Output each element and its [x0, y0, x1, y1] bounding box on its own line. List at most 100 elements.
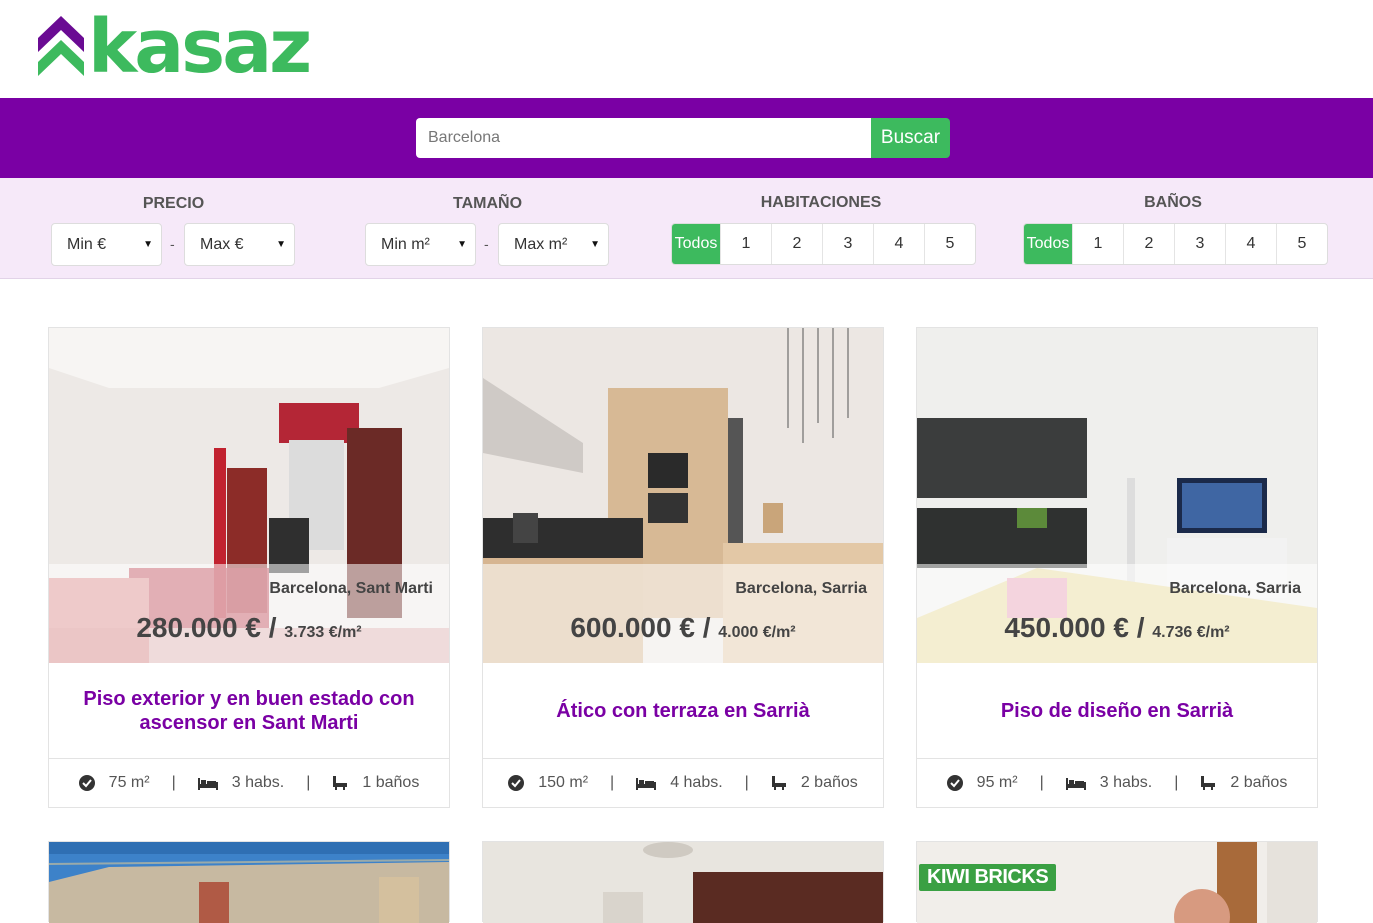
listing-size: 75 m² — [108, 774, 150, 791]
listing-card[interactable]: Barcelona, Sarria 450.000 € / 4.736 €/m²… — [916, 327, 1318, 808]
listing-photo[interactable]: Barcelona, Sant Marti 280.000 € / 3.733 … — [49, 328, 449, 663]
search-input[interactable] — [416, 118, 871, 158]
rooms-option-4[interactable]: 4 — [873, 224, 924, 264]
listing-price: 280.000 € / 3.733 €/m² — [49, 612, 449, 644]
house-arrow-icon — [38, 16, 84, 76]
caret-down-icon: ▼ — [143, 239, 153, 250]
listing-stats: 150 m² | 4 habs. | 2 baños — [483, 759, 883, 807]
listing-baths: 2 baños — [800, 774, 858, 791]
bed-icon — [636, 776, 657, 790]
listing-title[interactable]: Piso exterior y en buen estado con ascen… — [49, 663, 449, 759]
stat-separator: | — [1174, 774, 1179, 791]
listing-price: 600.000 € / 4.000 €/m² — [483, 612, 883, 644]
price-per-sqm: 4.000 €/m² — [718, 624, 796, 641]
check-circle-icon — [508, 775, 525, 791]
rooms-filter: HABITACIONES Todos 1 2 3 4 5 — [671, 178, 976, 278]
price-value: 600.000 € / — [570, 612, 711, 643]
kasaz-logo[interactable]: kasaz — [38, 4, 312, 90]
price-overlay: Barcelona, Sarria 600.000 € / 4.000 €/m² — [483, 564, 883, 663]
kiwi-bricks-badge: KIWI BRICKS — [919, 864, 1057, 891]
listing-rooms: 3 habs. — [231, 774, 285, 791]
size-max-select[interactable]: Max m² ▼ — [498, 223, 609, 266]
check-circle-icon — [946, 775, 963, 791]
filters-bar: PRECIO Min € ▼ - Max € ▼ TAMAÑO Min m² ▼… — [0, 178, 1373, 279]
baths-option-4[interactable]: 4 — [1225, 224, 1276, 264]
price-per-sqm: 3.733 €/m² — [284, 624, 362, 641]
listing-photo[interactable]: Barcelona, Sarria 450.000 € / 4.736 €/m² — [917, 328, 1317, 663]
listing-card[interactable]: Barcelona, Sant Marti 280.000 € / 3.733 … — [48, 327, 450, 808]
listing-title[interactable]: Ático con terraza en Sarrià — [483, 663, 883, 759]
size-min-select[interactable]: Min m² ▼ — [365, 223, 476, 266]
size-label: TAMAÑO — [452, 195, 523, 212]
listing-photo[interactable]: Barcelona, Sarria 600.000 € / 4.000 €/m² — [483, 328, 883, 663]
stat-separator: | — [171, 774, 176, 791]
listing-stats: 95 m² | 3 habs. | 2 baños — [917, 759, 1317, 807]
listing-rooms: 3 habs. — [1099, 774, 1153, 791]
size-max-value: Max m² — [514, 236, 568, 253]
listing-baths: 2 baños — [1230, 774, 1288, 791]
listing-price: 450.000 € / 4.736 €/m² — [917, 612, 1317, 644]
price-filter: PRECIO Min € ▼ - Max € ▼ — [51, 178, 296, 278]
listing-location: Barcelona, Sarria — [1169, 580, 1301, 597]
rooms-option-2[interactable]: 2 — [771, 224, 822, 264]
listing-location: Barcelona, Sarria — [735, 580, 867, 597]
price-min-select[interactable]: Min € ▼ — [51, 223, 162, 266]
baths-filter: BAÑOS Todos 1 2 3 4 5 — [1023, 178, 1328, 278]
bed-icon — [197, 776, 218, 790]
price-overlay: Barcelona, Sant Marti 280.000 € / 3.733 … — [49, 564, 449, 663]
price-value: 280.000 € / — [136, 612, 277, 643]
rooms-options: Todos 1 2 3 4 5 — [671, 223, 976, 265]
baths-option-2[interactable]: 2 — [1123, 224, 1174, 264]
range-dash: - — [170, 236, 175, 252]
baths-option-3[interactable]: 3 — [1174, 224, 1225, 264]
size-filter: TAMAÑO Min m² ▼ - Max m² ▼ — [365, 178, 610, 278]
stat-separator: | — [1039, 774, 1044, 791]
baths-option-5[interactable]: 5 — [1276, 224, 1327, 264]
baths-label: BAÑOS — [1144, 194, 1202, 211]
size-min-value: Min m² — [381, 236, 430, 253]
price-value: 450.000 € / — [1004, 612, 1145, 643]
bed-icon — [1065, 776, 1086, 790]
listing-size: 150 m² — [538, 774, 589, 791]
stat-separator: | — [744, 774, 749, 791]
price-label: PRECIO — [142, 195, 205, 212]
listing-rooms: 4 habs. — [670, 774, 723, 791]
range-dash: - — [484, 236, 489, 252]
listing-card[interactable] — [482, 841, 884, 923]
bath-icon — [771, 775, 787, 791]
baths-option-1[interactable]: 1 — [1072, 224, 1123, 264]
check-circle-icon — [78, 775, 95, 791]
baths-option-all[interactable]: Todos — [1024, 224, 1072, 264]
listing-location: Barcelona, Sant Marti — [269, 580, 433, 597]
street-view-photo — [49, 842, 449, 923]
rooms-option-5[interactable]: 5 — [924, 224, 975, 264]
stat-separator: | — [610, 774, 615, 791]
price-max-value: Max € — [200, 236, 244, 253]
search-button[interactable]: Buscar — [871, 118, 950, 158]
bath-icon — [1200, 775, 1216, 791]
interior-photo — [483, 842, 883, 923]
listing-stats: 75 m² | 3 habs. | 1 baños — [49, 759, 449, 807]
listing-card[interactable]: KIWI BRICKS — [916, 841, 1318, 923]
listing-card[interactable]: Barcelona, Sarria 600.000 € / 4.000 €/m²… — [482, 327, 884, 808]
listing-card[interactable] — [48, 841, 450, 923]
listing-photo[interactable] — [49, 842, 449, 923]
price-overlay: Barcelona, Sarria 450.000 € / 4.736 €/m² — [917, 564, 1317, 663]
price-min-value: Min € — [67, 236, 107, 253]
rooms-option-1[interactable]: 1 — [720, 224, 771, 264]
listing-baths: 1 baños — [362, 774, 420, 791]
listing-photo[interactable] — [483, 842, 883, 923]
listing-title[interactable]: Piso de diseño en Sarrià — [917, 663, 1317, 759]
price-per-sqm: 4.736 €/m² — [1152, 624, 1230, 641]
caret-down-icon: ▼ — [457, 239, 467, 250]
rooms-option-all[interactable]: Todos — [672, 224, 720, 264]
bath-icon — [332, 775, 348, 791]
baths-options: Todos 1 2 3 4 5 — [1023, 223, 1328, 265]
listing-photo[interactable]: KIWI BRICKS — [917, 842, 1317, 923]
site-header: kasaz — [0, 0, 1373, 98]
price-max-select[interactable]: Max € ▼ — [184, 223, 295, 266]
caret-down-icon: ▼ — [276, 239, 286, 250]
listing-size: 95 m² — [976, 774, 1018, 791]
rooms-option-3[interactable]: 3 — [822, 224, 873, 264]
brand-name: kasaz — [88, 4, 312, 90]
